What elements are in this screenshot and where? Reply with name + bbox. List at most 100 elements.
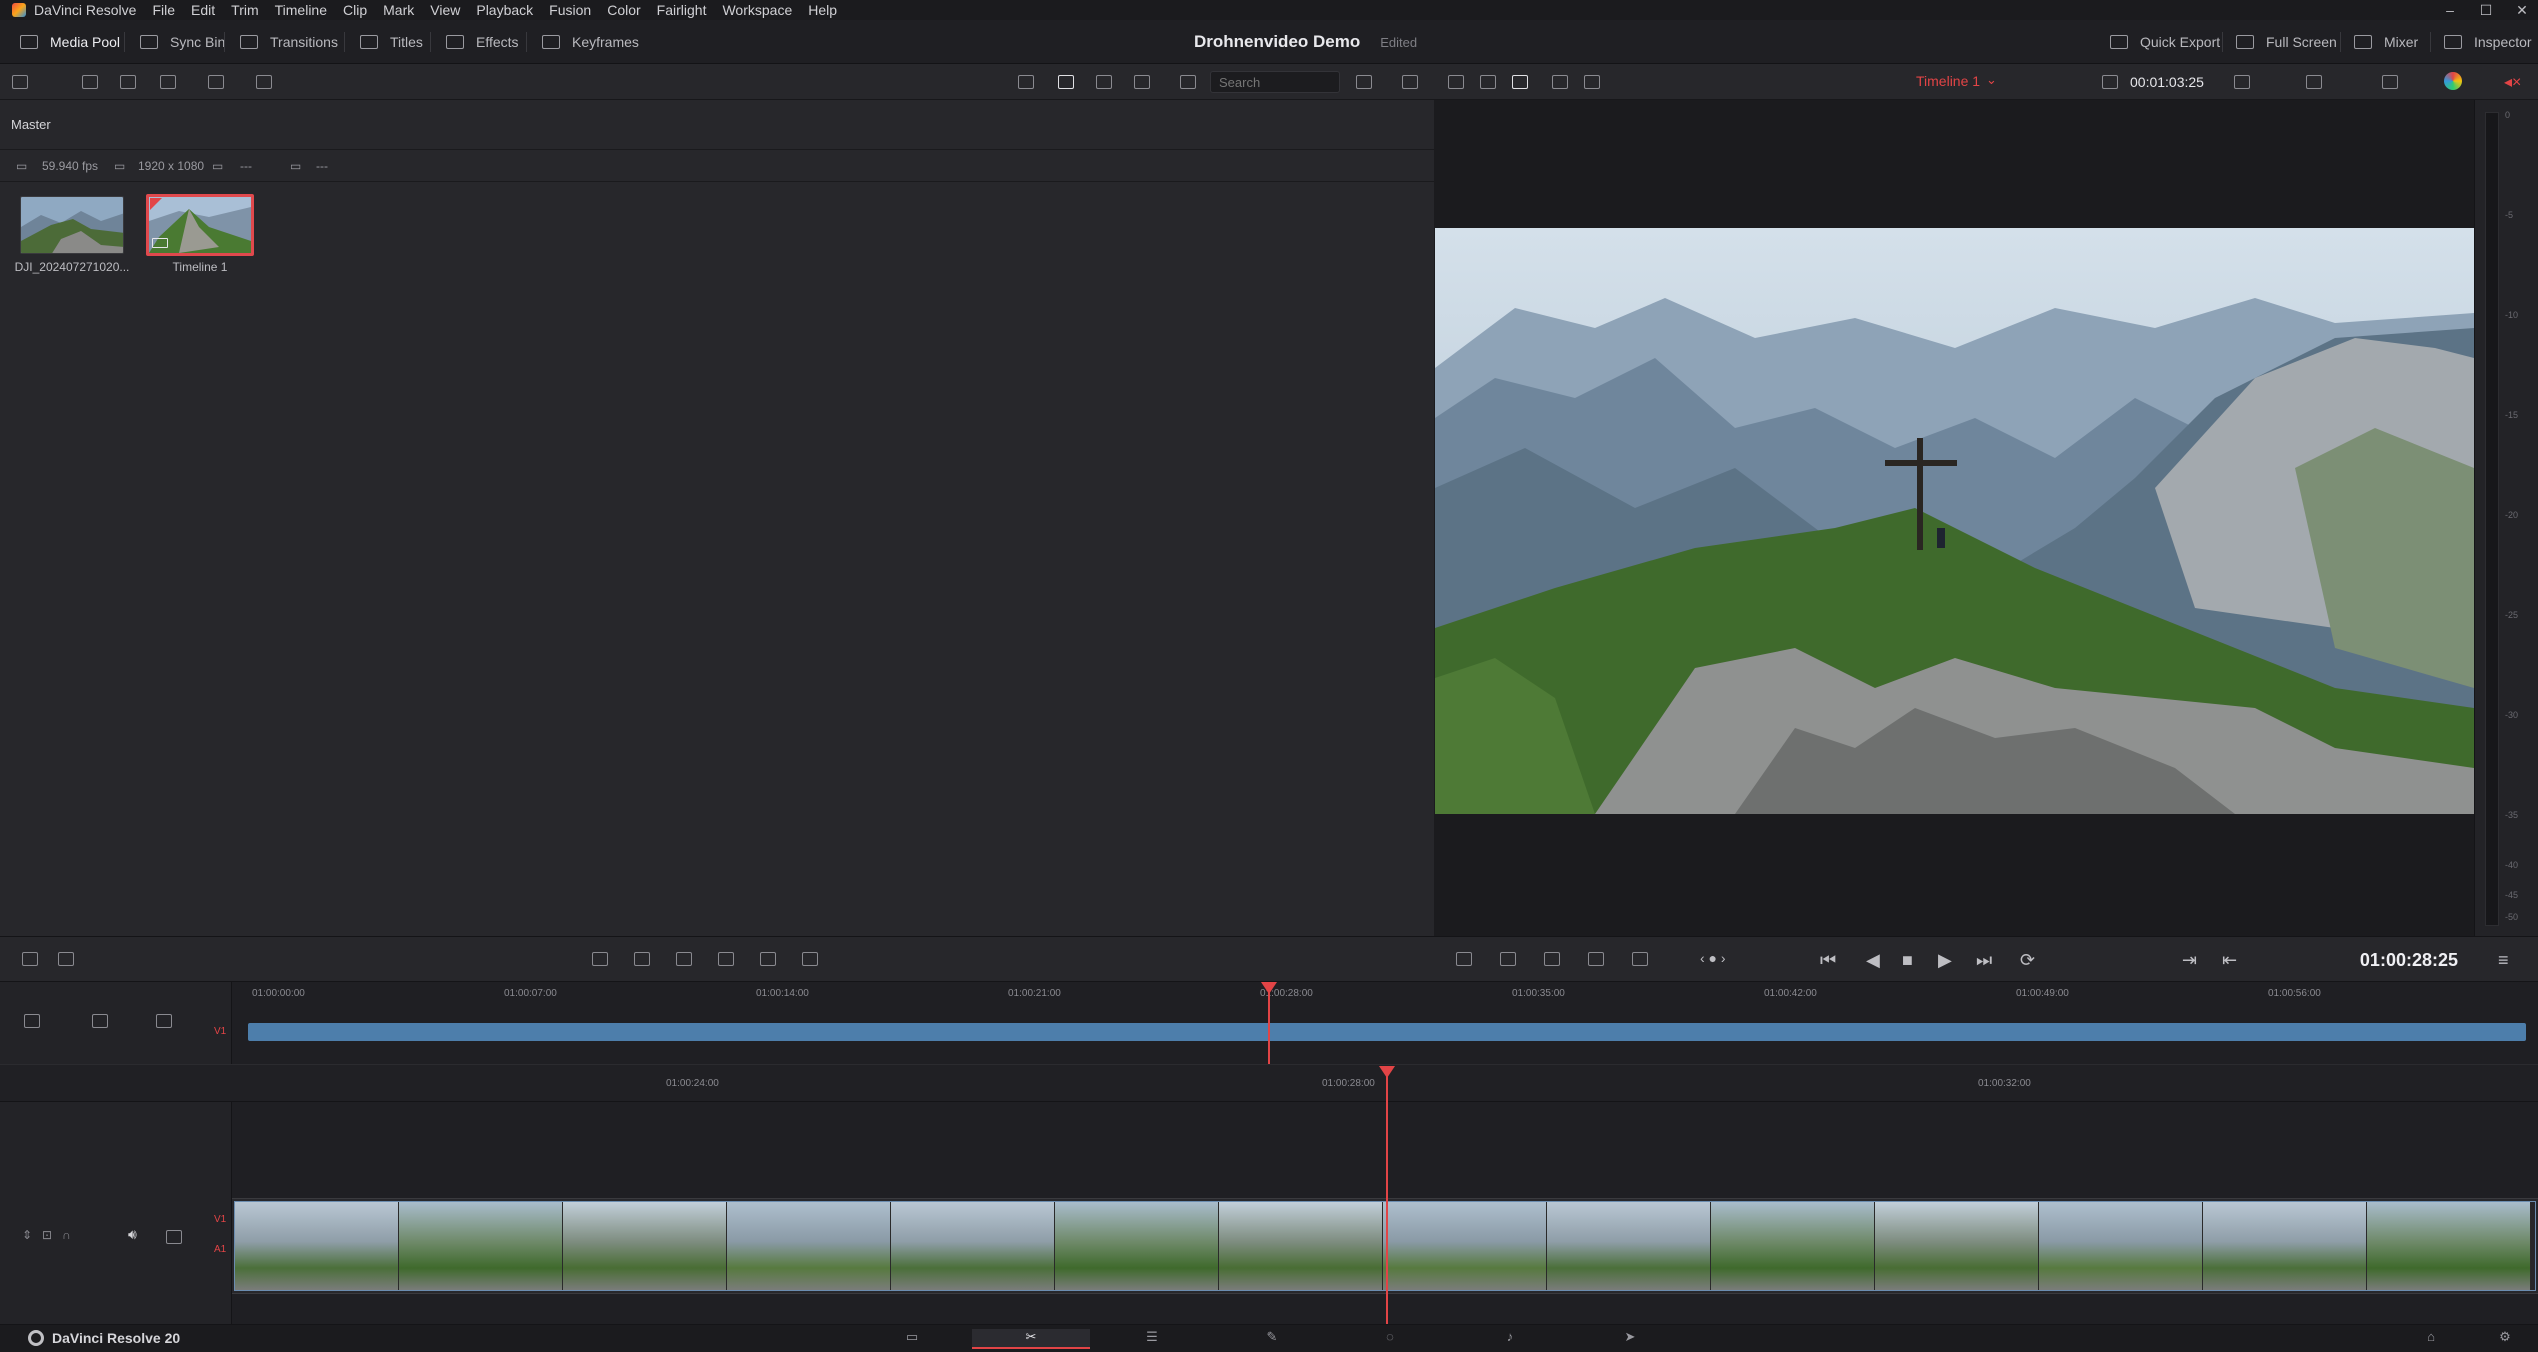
page-fusion-icon[interactable]: ✎ — [1232, 1329, 1312, 1349]
clip-tool-icon-1[interactable] — [1544, 952, 1560, 966]
play-reverse-icon[interactable]: ◀ — [1866, 950, 1880, 971]
loop-icon[interactable]: ⟳ — [2020, 950, 2035, 971]
menu-playback[interactable]: Playback — [476, 2, 533, 18]
viewer-mode-icon-2[interactable] — [1480, 75, 1496, 89]
video-track-v1[interactable] — [232, 1198, 2538, 1294]
prev-keyframe-icon[interactable]: ‹ ● › — [1700, 950, 1726, 966]
zoom-icon[interactable] — [2234, 75, 2250, 89]
new-bin-icon[interactable] — [82, 75, 98, 89]
minimize-window-icon[interactable]: – — [2430, 0, 2470, 20]
safe-area-icon[interactable] — [2306, 75, 2322, 89]
page-media-icon[interactable]: ▭ — [872, 1329, 952, 1349]
track-lock-icons[interactable]: ⇕ ⊡ ∩ — [22, 1228, 71, 1242]
mute-icon[interactable]: ◂× — [2504, 72, 2521, 92]
thumbnail-view-icon[interactable] — [1058, 75, 1074, 89]
list-view-icon[interactable] — [1134, 75, 1150, 89]
camera-icon[interactable] — [166, 1230, 182, 1244]
menu-app[interactable]: DaVinci Resolve — [34, 2, 136, 18]
new-timeline-icon[interactable] — [120, 75, 136, 89]
mini-timeline-clip[interactable] — [248, 1023, 2526, 1041]
sidebar-toggle-icon[interactable] — [12, 75, 28, 89]
edit-tool-icon-4[interactable] — [718, 952, 734, 966]
settings-gear-icon[interactable]: ⚙ — [2490, 1329, 2520, 1349]
audio-scrub-icon[interactable] — [1500, 952, 1516, 966]
color-icon[interactable] — [2444, 72, 2462, 90]
edit-tool-icon-3[interactable] — [676, 952, 692, 966]
home-icon[interactable]: ⌂ — [2416, 1329, 2446, 1349]
page-cut-icon[interactable]: ✂︎ — [972, 1329, 1090, 1349]
strip-view-icon[interactable] — [1096, 75, 1112, 89]
edit-tool-icon-1[interactable] — [592, 952, 608, 966]
prev-edit-icon[interactable]: ⇤ — [2222, 950, 2237, 971]
viewer-settings-icon[interactable] — [1456, 952, 1472, 966]
menu-workspace[interactable]: Workspace — [722, 2, 792, 18]
keyframes-button[interactable]: Keyframes — [542, 20, 639, 64]
clip-tool-icon-2[interactable] — [1588, 952, 1604, 966]
menu-icon[interactable]: ≡ — [2498, 950, 2509, 971]
page-color-icon[interactable]: ◌ — [1350, 1329, 1430, 1349]
menu-color[interactable]: Color — [607, 2, 640, 18]
speaker-icon[interactable]: 🔊︎ — [128, 1226, 137, 1243]
menu-view[interactable]: View — [430, 2, 460, 18]
sort-icon[interactable] — [1356, 75, 1372, 89]
mixer-button[interactable]: Mixer — [2354, 20, 2418, 64]
go-to-end-icon[interactable]: ⏭ — [1976, 950, 1992, 971]
playback-mode-icon[interactable] — [1632, 952, 1648, 966]
metadata-view-icon[interactable] — [1018, 75, 1034, 89]
close-window-icon[interactable]: ✕ — [2502, 0, 2538, 20]
go-to-start-icon[interactable]: ⏮ — [1820, 950, 1836, 971]
page-deliver-icon[interactable]: ➤ — [1590, 1329, 1670, 1349]
menu-fairlight[interactable]: Fairlight — [657, 2, 707, 18]
mini-timeline-ruler[interactable]: 01:00:00:00 01:00:07:00 01:00:14:00 01:0… — [232, 982, 2538, 1000]
menu-help[interactable]: Help — [808, 2, 837, 18]
timeline-playhead-handle[interactable] — [1379, 1066, 1395, 1078]
full-screen-button[interactable]: Full Screen — [2236, 20, 2337, 64]
clip-thumbnail-dji[interactable] — [20, 196, 124, 254]
menu-file[interactable]: File — [152, 2, 175, 18]
menu-fusion[interactable]: Fusion — [549, 2, 591, 18]
import-icon[interactable] — [160, 75, 176, 89]
current-timecode[interactable]: 01:00:28:25 — [2360, 937, 2458, 983]
play-icon[interactable]: ▶ — [1938, 950, 1952, 971]
bin-name[interactable]: Master — [11, 117, 51, 132]
effects-button[interactable]: Effects — [446, 20, 519, 64]
menu-timeline[interactable]: Timeline — [275, 2, 327, 18]
timeline-selector[interactable]: Timeline 1 — [1916, 73, 1980, 89]
mini-playhead[interactable] — [1268, 984, 1270, 1064]
quick-export-button[interactable]: Quick Export — [2110, 20, 2220, 64]
maximize-window-icon[interactable]: ☐ — [2466, 0, 2506, 20]
menu-edit[interactable]: Edit — [191, 2, 215, 18]
track-options-icon-1[interactable] — [24, 1014, 40, 1028]
transform-icon[interactable] — [2382, 75, 2398, 89]
viewer-mode-icon-4[interactable] — [1552, 75, 1568, 89]
unlink-icon[interactable] — [256, 75, 272, 89]
relink-icon[interactable] — [208, 75, 224, 89]
track-options-icon-2[interactable] — [92, 1014, 108, 1028]
next-edit-icon[interactable]: ⇥ — [2182, 950, 2197, 971]
chevron-down-icon[interactable]: ⌄ — [1986, 72, 1997, 88]
viewer-mode-icon-1[interactable] — [1448, 75, 1464, 89]
sync-bin-button[interactable]: Sync Bin — [140, 20, 225, 64]
menu-trim[interactable]: Trim — [231, 2, 258, 18]
video-clip-filmstrip[interactable] — [234, 1201, 2536, 1291]
edit-tool-icon-2[interactable] — [634, 952, 650, 966]
audio-options-icon[interactable] — [58, 952, 74, 966]
edit-tool-icon-5[interactable] — [760, 952, 776, 966]
media-pool-button[interactable]: Media Pool — [20, 20, 120, 64]
page-fairlight-icon[interactable]: ♪ — [1470, 1329, 1550, 1349]
refresh-icon[interactable] — [1402, 75, 1418, 89]
timeline-playhead[interactable] — [1386, 1074, 1388, 1324]
menu-clip[interactable]: Clip — [343, 2, 367, 18]
track-options-icon-3[interactable] — [156, 1014, 172, 1028]
stop-icon[interactable]: ■ — [1902, 950, 1913, 971]
timeline-options-icon[interactable] — [22, 952, 38, 966]
bin-filter-icon[interactable] — [1180, 75, 1196, 89]
menu-mark[interactable]: Mark — [383, 2, 414, 18]
titles-button[interactable]: Titles — [360, 20, 423, 64]
inspector-button[interactable]: Inspector — [2444, 20, 2532, 64]
transitions-button[interactable]: Transitions — [240, 20, 338, 64]
viewer-mode-icon-5[interactable] — [1584, 75, 1600, 89]
page-edit-icon[interactable]: ☰ — [1112, 1329, 1192, 1349]
edit-tool-icon-6[interactable] — [802, 952, 818, 966]
media-pool-search-input[interactable] — [1210, 71, 1340, 93]
